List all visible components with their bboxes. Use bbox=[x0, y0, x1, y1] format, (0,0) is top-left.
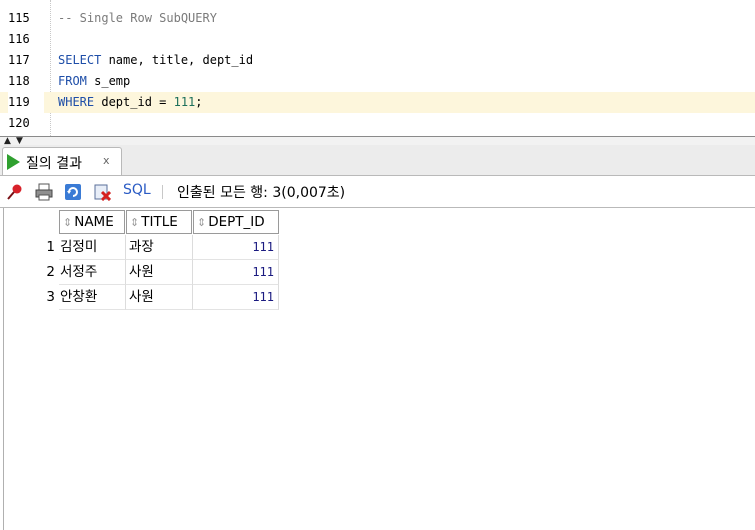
tab-close-button[interactable]: x bbox=[103, 154, 110, 167]
line-number: 118 bbox=[8, 74, 30, 88]
cell-dept-id[interactable]: 111 bbox=[193, 285, 279, 310]
sql-editor[interactable]: ​ 115 -- Single Row SubQUERY 116 117 SEL… bbox=[0, 0, 755, 136]
line-number: 115 bbox=[8, 11, 30, 25]
result-tabbar: 질의 결과 x bbox=[0, 145, 755, 176]
column-header-dept-id[interactable]: ⇕ DEPT_ID bbox=[193, 210, 279, 234]
toolbar-separator bbox=[162, 185, 163, 199]
pin-icon[interactable] bbox=[6, 183, 24, 201]
cell-title[interactable]: 사원 bbox=[126, 260, 193, 285]
row-number: 2 bbox=[46, 264, 55, 280]
sql-text: name, title, dept_id bbox=[101, 53, 254, 67]
cell-dept-id[interactable]: 111 bbox=[193, 260, 279, 285]
sql-keyword: FROM bbox=[58, 74, 87, 88]
code-line-current[interactable]: 119 WHERE dept_id = 111; bbox=[0, 92, 755, 113]
column-header-title[interactable]: ⇕ TITLE bbox=[126, 210, 192, 234]
table-row[interactable]: 3 안창환 사원 111 bbox=[0, 285, 280, 310]
sql-link[interactable]: SQL bbox=[123, 182, 151, 198]
sql-comment: -- Single Row SubQUERY bbox=[58, 11, 217, 25]
code-text: FROM s_emp bbox=[58, 71, 130, 92]
sql-text: ; bbox=[195, 95, 203, 109]
column-header-label: NAME bbox=[74, 214, 114, 230]
code-line[interactable]: 118 FROM s_emp bbox=[0, 71, 755, 92]
fetch-status: 인출된 모든 행: 3(0,007초) bbox=[177, 185, 346, 201]
print-icon[interactable] bbox=[35, 183, 53, 201]
sort-icon: ⇕ bbox=[130, 216, 140, 229]
table-row[interactable]: 2 서정주 사원 111 bbox=[0, 260, 280, 285]
row-number: 1 bbox=[46, 239, 55, 255]
tab-label: 질의 결과 bbox=[26, 156, 82, 172]
code-text: SELECT name, title, dept_id bbox=[58, 50, 253, 71]
result-toolbar: SQL 인출된 모든 행: 3(0,007초) bbox=[0, 176, 755, 207]
column-header-name[interactable]: ⇕ NAME bbox=[59, 210, 125, 234]
column-header-label: TITLE bbox=[141, 214, 178, 230]
sql-text: dept_id = bbox=[94, 95, 174, 109]
sort-icon: ⇕ bbox=[197, 216, 207, 229]
code-text: -- Single Row SubQUERY bbox=[58, 8, 217, 29]
expand-up-icon[interactable]: ▲ bbox=[4, 137, 11, 146]
code-line[interactable]: 117 SELECT name, title, dept_id bbox=[0, 50, 755, 71]
sql-keyword: SELECT bbox=[58, 53, 102, 67]
cell-name[interactable]: 김정미 bbox=[59, 235, 126, 260]
export-icon[interactable] bbox=[93, 183, 111, 201]
code-text: WHERE dept_id = 111; bbox=[58, 92, 203, 113]
cell-title[interactable]: 과장 bbox=[126, 235, 193, 260]
sort-icon: ⇕ bbox=[63, 216, 73, 229]
expand-down-icon[interactable]: ▼ bbox=[16, 137, 23, 146]
line-number: 119 bbox=[8, 92, 44, 113]
cell-dept-id[interactable]: 111 bbox=[193, 235, 279, 260]
code-line[interactable]: 120 bbox=[0, 113, 755, 134]
cell-name[interactable]: 서정주 bbox=[59, 260, 126, 285]
line-number: 120 bbox=[8, 116, 30, 130]
code-line[interactable]: 115 -- Single Row SubQUERY bbox=[0, 8, 755, 29]
run-result-icon bbox=[7, 154, 20, 170]
table-row[interactable]: 1 김정미 과장 111 bbox=[0, 235, 280, 260]
cell-name[interactable]: 안창환 bbox=[59, 285, 126, 310]
tab-query-result[interactable]: 질의 결과 x bbox=[2, 147, 122, 175]
line-number: 116 bbox=[8, 32, 30, 46]
sql-number: 111 bbox=[173, 95, 196, 109]
code-line[interactable]: 116 bbox=[0, 29, 755, 50]
sql-text: s_emp bbox=[86, 74, 131, 88]
panel-splitter[interactable]: ▲ ▼ bbox=[0, 137, 755, 146]
sql-keyword: WHERE bbox=[58, 95, 95, 109]
result-grid[interactable]: ⇕ NAME ⇕ TITLE ⇕ DEPT_ID 1 김정미 과장 111 2 서정주… bbox=[0, 208, 755, 530]
column-header-label: DEPT_ID bbox=[208, 214, 265, 230]
line-number: 117 bbox=[8, 53, 30, 67]
cell-title[interactable]: 사원 bbox=[126, 285, 193, 310]
row-number: 3 bbox=[46, 289, 55, 305]
refresh-icon[interactable] bbox=[64, 183, 82, 201]
